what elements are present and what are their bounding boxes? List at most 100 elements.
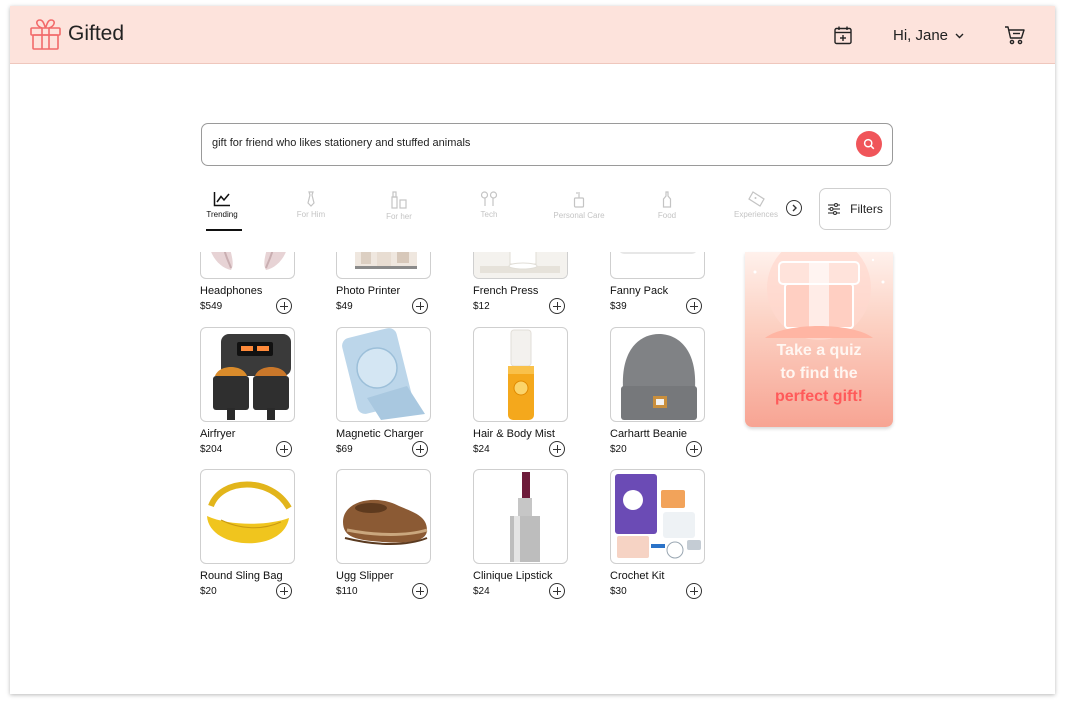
add-to-list-button[interactable] bbox=[549, 298, 565, 314]
tie-icon bbox=[307, 191, 315, 207]
product-image bbox=[610, 327, 705, 422]
product-name: Fanny Pack bbox=[610, 285, 669, 297]
product-image bbox=[473, 252, 568, 279]
product-card[interactable]: French Press $12 bbox=[473, 252, 593, 314]
tab-for-him[interactable]: For Him bbox=[281, 191, 341, 219]
tab-food[interactable]: Food bbox=[637, 191, 697, 220]
gift-icon bbox=[30, 19, 61, 50]
add-to-list-button[interactable] bbox=[276, 583, 292, 599]
add-to-list-button[interactable] bbox=[412, 441, 428, 457]
product-card[interactable]: Airfryer $204 bbox=[200, 327, 320, 457]
active-tab-indicator bbox=[206, 229, 242, 231]
account-menu[interactable]: Hi, Jane bbox=[893, 27, 964, 44]
product-name: French Press bbox=[473, 285, 539, 297]
add-to-list-button[interactable] bbox=[549, 441, 565, 457]
product-card[interactable]: Hair & Body Mist $24 bbox=[473, 327, 593, 457]
add-to-list-button[interactable] bbox=[686, 583, 702, 599]
add-to-list-button[interactable] bbox=[686, 298, 702, 314]
product-name: Photo Printer bbox=[336, 285, 401, 297]
calendar-add-icon bbox=[834, 26, 852, 45]
add-to-list-button[interactable] bbox=[276, 298, 292, 314]
tab-label: Tech bbox=[480, 210, 498, 219]
product-name: Headphones bbox=[200, 285, 263, 297]
greeting-text: Hi, Jane bbox=[893, 27, 949, 44]
product-card[interactable]: Ugg Slipper $110 bbox=[336, 469, 456, 599]
earbuds-icon bbox=[480, 191, 498, 206]
tab-label: Experiences bbox=[733, 210, 779, 219]
tab-label: Personal Care bbox=[553, 211, 605, 220]
product-price: $12 bbox=[473, 301, 490, 312]
search-bar[interactable]: gift for friend who likes stationery and… bbox=[201, 123, 893, 166]
filters-button[interactable]: Filters bbox=[819, 188, 891, 230]
app-window: Gifted Hi, Jane gift for friend who like… bbox=[10, 6, 1055, 694]
tab-label: Trending bbox=[206, 210, 238, 219]
tab-trending[interactable]: Trending bbox=[192, 191, 252, 231]
quiz-line-3: perfect gift! bbox=[775, 388, 863, 405]
product-price: $24 bbox=[473, 444, 490, 455]
product-name: Round Sling Bag bbox=[200, 570, 283, 582]
product-image bbox=[473, 469, 568, 564]
trending-chart-icon bbox=[213, 192, 230, 207]
sliders-icon bbox=[828, 202, 841, 216]
product-name: Airfryer bbox=[200, 428, 236, 440]
categories-next-button[interactable] bbox=[786, 200, 802, 216]
product-name: Clinique Lipstick bbox=[473, 570, 553, 582]
product-card[interactable]: Headphones $549 bbox=[200, 252, 320, 314]
cart-button[interactable] bbox=[1004, 25, 1026, 46]
soap-bottle-icon bbox=[573, 192, 585, 208]
product-card[interactable]: Crochet Kit $30 bbox=[610, 469, 730, 599]
tab-tech[interactable]: Tech bbox=[459, 191, 519, 219]
product-image bbox=[200, 327, 295, 422]
add-to-list-button[interactable] bbox=[276, 441, 292, 457]
tab-label: For her bbox=[386, 212, 412, 221]
product-image bbox=[200, 469, 295, 564]
product-name: Carhartt Beanie bbox=[610, 428, 688, 440]
product-card[interactable]: Fanny Pack $39 bbox=[610, 252, 730, 314]
calendar-button[interactable] bbox=[833, 25, 853, 46]
product-price: $69 bbox=[336, 444, 353, 455]
tab-experiences[interactable]: Experiences bbox=[726, 191, 786, 219]
product-price: $549 bbox=[200, 301, 223, 312]
product-image bbox=[610, 252, 705, 279]
add-to-list-button[interactable] bbox=[686, 441, 702, 457]
cart-icon bbox=[1005, 26, 1025, 45]
search-input[interactable]: gift for friend who likes stationery and… bbox=[212, 137, 470, 149]
product-image bbox=[336, 469, 431, 564]
product-image bbox=[610, 469, 705, 564]
product-name: Hair & Body Mist bbox=[473, 428, 555, 440]
quiz-line-1: Take a quiz bbox=[776, 342, 862, 359]
search-button[interactable] bbox=[856, 131, 882, 157]
product-name: Magnetic Charger bbox=[336, 428, 424, 440]
add-to-list-button[interactable] bbox=[412, 298, 428, 314]
product-image bbox=[336, 252, 431, 279]
ticket-icon bbox=[748, 191, 765, 207]
cosmetics-icon bbox=[391, 191, 407, 209]
add-to-list-button[interactable] bbox=[549, 583, 565, 599]
product-card[interactable]: Round Sling Bag $20 bbox=[200, 469, 320, 599]
product-card[interactable]: Clinique Lipstick $24 bbox=[473, 469, 593, 599]
product-image bbox=[336, 327, 431, 422]
product-name: Ugg Slipper bbox=[336, 570, 394, 582]
tab-label: For Him bbox=[296, 210, 326, 219]
quiz-call-to-action: Take a quiz to find the perfect gift! bbox=[745, 339, 893, 408]
product-price: $20 bbox=[610, 444, 627, 455]
product-card[interactable]: Magnetic Charger $69 bbox=[336, 327, 456, 457]
product-price: $24 bbox=[473, 586, 490, 597]
product-price: $39 bbox=[610, 301, 627, 312]
filters-label: Filters bbox=[850, 202, 883, 216]
app-name: Gifted bbox=[68, 22, 125, 45]
quiz-banner[interactable]: Take a quiz to find the perfect gift! bbox=[745, 252, 893, 427]
brand-logo-link[interactable]: Gifted bbox=[29, 17, 124, 51]
chevron-down-icon bbox=[955, 33, 964, 38]
chevron-right-icon bbox=[792, 204, 797, 212]
product-price: $20 bbox=[200, 586, 217, 597]
search-icon bbox=[863, 138, 875, 150]
add-to-list-button[interactable] bbox=[412, 583, 428, 599]
tab-for-her[interactable]: For her bbox=[369, 191, 429, 221]
product-card[interactable]: Carhartt Beanie $20 bbox=[610, 327, 730, 457]
product-price: $30 bbox=[610, 586, 627, 597]
tab-personal-care[interactable]: Personal Care bbox=[549, 191, 609, 220]
product-price: $49 bbox=[336, 301, 353, 312]
product-card[interactable]: Photo Printer $49 bbox=[336, 252, 456, 314]
product-price: $110 bbox=[336, 586, 358, 597]
